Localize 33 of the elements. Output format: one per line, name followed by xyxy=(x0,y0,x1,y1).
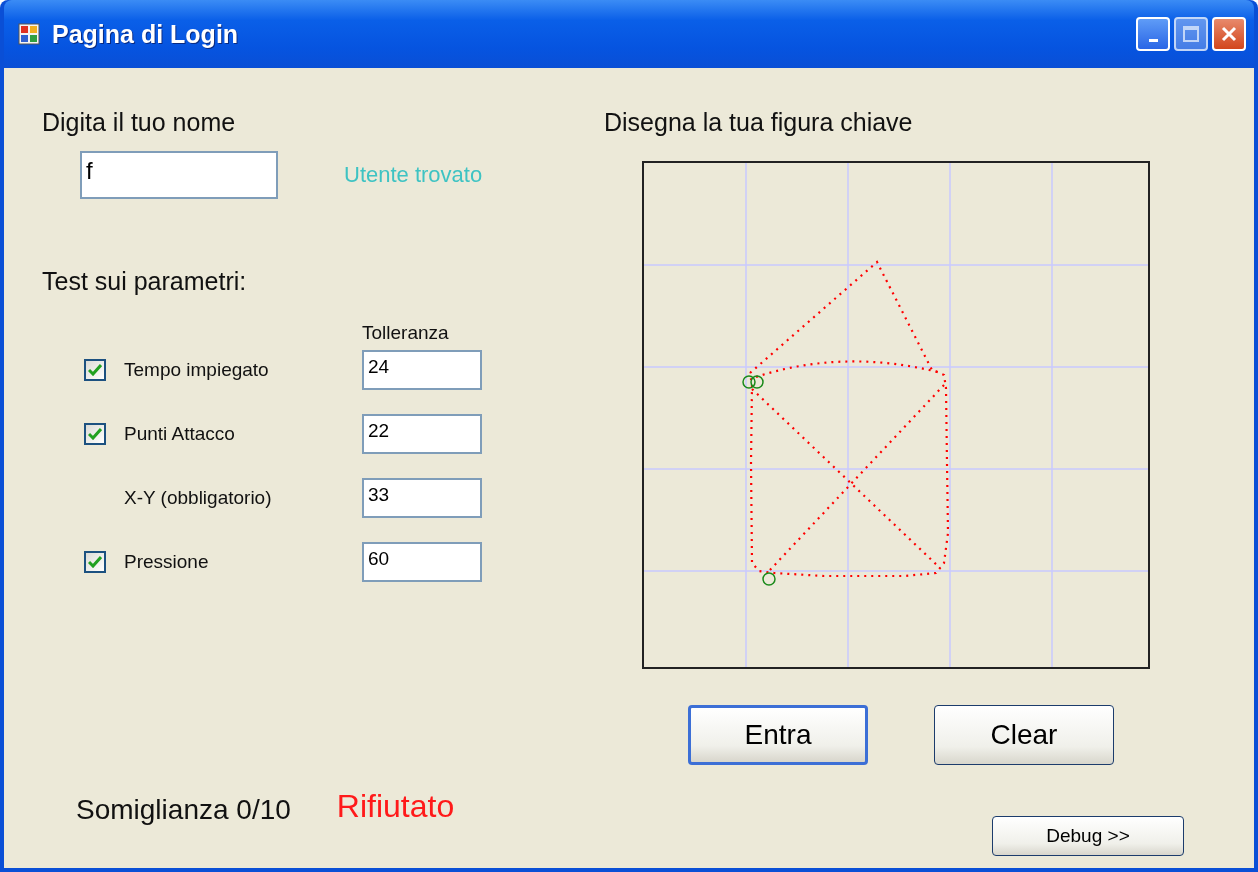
close-button[interactable] xyxy=(1212,17,1246,51)
maximize-icon xyxy=(1182,25,1200,43)
action-button[interactable]: Entra xyxy=(688,705,868,765)
tolerance-input-field[interactable]: 33 xyxy=(362,478,482,518)
checkmark-icon xyxy=(88,556,102,568)
tolerance-input-field[interactable]: 22 xyxy=(362,414,482,454)
checkmark-icon xyxy=(88,428,102,440)
result-verdict: Rifiutato xyxy=(336,787,455,825)
minimize-button[interactable] xyxy=(1136,17,1170,51)
window-title: Pagina di Login xyxy=(52,19,240,49)
checkmark-icon xyxy=(88,364,102,376)
name-label: Digita il tuo nome xyxy=(42,108,237,137)
tolerance-input-field[interactable]: 60 xyxy=(362,542,482,582)
debug-button[interactable]: Debug >> xyxy=(992,816,1184,856)
action-button[interactable]: Clear xyxy=(934,705,1114,765)
tolerance-header: Tolleranza xyxy=(362,322,450,344)
similarity-score: Somiglianza 0/10 xyxy=(76,794,291,826)
parameter-label: Tempo impiegato xyxy=(124,359,270,381)
parameter-checkbox[interactable] xyxy=(84,359,106,381)
parameter-checkbox[interactable] xyxy=(84,423,106,445)
name-input-field[interactable]: f xyxy=(80,151,278,199)
user-status: Utente trovato xyxy=(344,162,483,188)
parameter-label: Pressione xyxy=(124,551,210,573)
parameter-label: X-Y (obbligatorio) xyxy=(124,487,273,509)
close-icon xyxy=(1220,25,1238,43)
maximize-button[interactable] xyxy=(1174,17,1208,51)
minimize-icon xyxy=(1148,38,1158,42)
parameters-title: Test sui parametri: xyxy=(42,267,248,296)
drawing-label: Disegna la tua figura chiave xyxy=(604,108,914,137)
app-icon xyxy=(18,23,40,45)
parameter-checkbox[interactable] xyxy=(84,551,106,573)
tolerance-input-field[interactable]: 24 xyxy=(362,350,482,390)
parameter-label: Punti Attacco xyxy=(124,423,236,445)
